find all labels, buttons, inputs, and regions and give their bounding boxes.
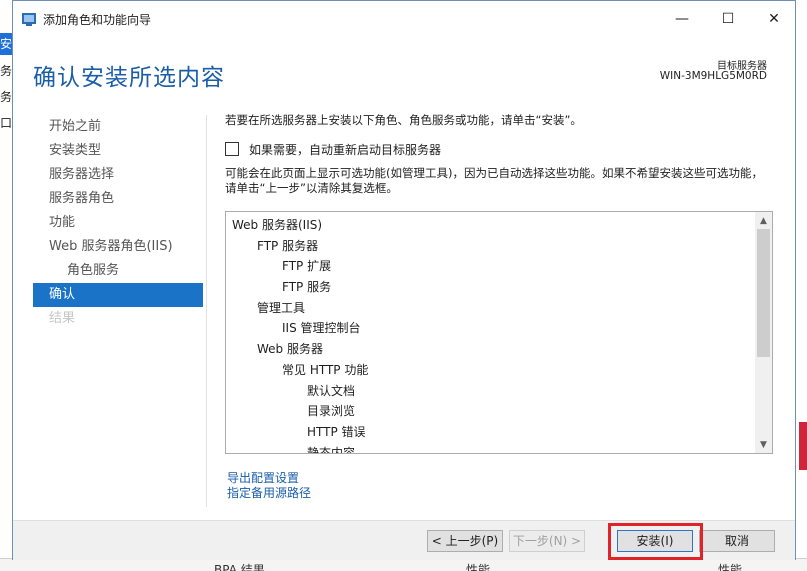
close-button[interactable]: ✕	[751, 1, 797, 36]
nav-step-results: 结果	[49, 311, 76, 326]
list-item: 目录浏览	[307, 404, 356, 419]
restart-checkbox-label[interactable]: 如果需要，自动重新启动目标服务器	[249, 141, 441, 158]
list-item: 默认文档	[307, 383, 356, 398]
list-item: FTP 服务	[282, 280, 332, 295]
wizard-steps-nav: 开始之前 安装类型 服务器选择 服务器角色 功能 Web 服务器角色(IIS) …	[33, 115, 203, 331]
list-item: 常见 HTTP 功能	[282, 362, 369, 377]
list-item: IIS 管理控制台	[282, 321, 361, 336]
server-manager-icon	[22, 13, 36, 26]
nav-step-web-server-role[interactable]: Web 服务器角色(IIS)	[33, 235, 203, 259]
scrollbar-thumb[interactable]	[757, 229, 770, 357]
confirmation-content: 若要在所选服务器上安装以下角色、角色服务或功能，请单击“安装”。 如果需要，自动…	[225, 112, 775, 500]
page-title: 确认安装所选内容	[33, 65, 225, 91]
list-item: FTP 服务器	[257, 238, 319, 253]
nav-step-server-roles[interactable]: 服务器角色	[33, 187, 203, 211]
list-item: 管理工具	[257, 300, 306, 315]
list-item: HTTP 错误	[307, 424, 366, 439]
next-button: 下一步(N) >	[509, 530, 585, 552]
restart-option[interactable]: 如果需要，自动重新启动目标服务器	[225, 141, 441, 157]
nav-step-features[interactable]: 功能	[33, 211, 203, 235]
nav-step-before-you-begin[interactable]: 开始之前	[33, 115, 203, 139]
optional-features-note: 可能会在此页面上显示可选功能(如管理工具)，因为已自动选择这些功能。如果不希望安…	[225, 166, 763, 195]
background-bottom-label: BPA 结果	[214, 563, 265, 571]
alternate-source-link[interactable]: 指定备用源路径	[227, 486, 311, 501]
nav-step-confirmation[interactable]: 确认	[33, 283, 203, 307]
selection-list[interactable]: Web 服务器(IIS) FTP 服务器 FTP 扩展 FTP 服务 管理工具 …	[225, 211, 773, 454]
nav-step-installation-type[interactable]: 安装类型	[33, 139, 203, 163]
minimize-button[interactable]: —	[659, 1, 705, 36]
background-bottom-label: 性能	[718, 563, 743, 571]
nav-divider	[206, 115, 207, 507]
annotation-highlight-box	[608, 523, 703, 560]
list-item: 静态内容	[307, 445, 356, 454]
background-red-marker	[799, 422, 807, 470]
target-server-name: WIN-3M9HLG5M0RD	[659, 70, 767, 82]
wizard-header: 确认安装所选内容 目标服务器 WIN-3M9HLG5M0RD	[13, 36, 795, 104]
scroll-down-arrow-icon[interactable]: ▼	[755, 436, 772, 453]
extra-links: 导出配置设置 指定备用源路径	[227, 471, 311, 501]
previous-button[interactable]: < 上一步(P)	[427, 530, 503, 552]
list-item: FTP 扩展	[282, 259, 332, 274]
intro-text: 若要在所选服务器上安装以下角色、角色服务或功能，请单击“安装”。	[225, 113, 582, 127]
nav-step-server-selection[interactable]: 服务器选择	[33, 163, 203, 187]
scroll-up-arrow-icon[interactable]: ▲	[755, 212, 772, 229]
export-config-link[interactable]: 导出配置设置	[227, 471, 311, 486]
list-item: Web 服务器	[257, 342, 323, 357]
wizard-footer: < 上一步(P) 下一步(N) > 安装(I) 取消	[13, 521, 795, 560]
cancel-button[interactable]: 取消	[699, 530, 775, 552]
maximize-button[interactable]: ☐	[705, 1, 751, 36]
title-bar[interactable]: 添加角色和功能向导 — ☐ ✕	[13, 1, 795, 36]
window-title: 添加角色和功能向导	[43, 13, 152, 27]
nav-step-role-services[interactable]: 角色服务	[33, 259, 203, 283]
list-item: Web 服务器(IIS)	[232, 218, 323, 232]
list-scrollbar[interactable]: ▲ ▼	[755, 212, 772, 453]
background-window-right	[795, 0, 807, 571]
restart-checkbox[interactable]	[225, 142, 239, 156]
add-roles-wizard-dialog: 添加角色和功能向导 — ☐ ✕ 确认安装所选内容 目标服务器 WIN-3M9HL…	[12, 0, 796, 560]
background-bottom-label: 性能	[466, 563, 491, 571]
